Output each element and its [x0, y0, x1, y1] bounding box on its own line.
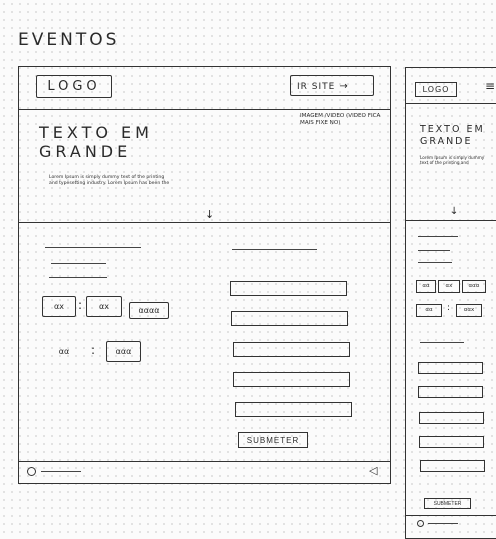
desktop-wireframe: LOGO IR SITE → TEXTO EM GRANDE Lorem Ipsu… [18, 66, 391, 484]
mobile-footer-text-line [428, 523, 458, 524]
filter-chip[interactable]: ααα [106, 341, 141, 362]
hero-divider [19, 222, 390, 223]
filter-chip[interactable]: αα [44, 342, 84, 361]
form-field[interactable] [233, 342, 350, 357]
mobile-submit-button[interactable]: SUBMETER [424, 498, 471, 509]
mobile-scroll-down-icon[interactable]: ↓ [450, 206, 458, 217]
form-field[interactable] [231, 311, 348, 326]
mobile-filter-chip[interactable]: αα [416, 280, 436, 293]
page-title: EVENTOS [18, 30, 120, 50]
mobile-hero-divider [406, 220, 496, 221]
header-divider [19, 109, 390, 110]
form-field[interactable] [235, 402, 352, 417]
form-field[interactable] [230, 281, 347, 296]
filter-chip[interactable]: αx [42, 296, 76, 317]
form-heading-line [232, 249, 317, 250]
mobile-form-heading-line [420, 342, 464, 343]
mobile-wireframe: LOGO ≡ TEXTO EM GRANDE Lorem Ipsum is si… [405, 67, 496, 539]
back-arrow-icon[interactable]: ◁ [369, 464, 377, 477]
ir-site-label: IR SITE [297, 82, 336, 92]
hero-text: Lorem Ipsum is simply dummy text of the … [49, 175, 170, 186]
footer-circle-icon [27, 467, 36, 476]
mobile-footer-circle-icon [417, 520, 424, 527]
filter-chip[interactable]: αx [86, 296, 122, 317]
media-note: IMAGEM /VIDEO (VIDEO FICA MAIS FIXE NO) [300, 113, 381, 126]
mobile-filter-chip[interactable]: αx [438, 280, 460, 293]
mobile-form-field[interactable] [419, 412, 484, 424]
mobile-hero-text: Lorem Ipsum is simply dummy text of the … [420, 155, 485, 166]
text-line [49, 277, 107, 278]
mobile-filter-chip[interactable]: ααx [456, 304, 482, 317]
mobile-logo[interactable]: LOGO [415, 82, 457, 97]
footer-divider [19, 461, 390, 462]
submit-button[interactable]: SUBMETER [238, 432, 308, 448]
filter-separator: : [91, 343, 96, 357]
mobile-text-line [418, 250, 450, 251]
ir-site-button[interactable]: IR SITE → [290, 75, 374, 96]
mobile-text-line [418, 262, 452, 263]
mobile-filter-chip[interactable]: αα [416, 304, 442, 317]
hero-title: TEXTO EM GRANDE [39, 123, 153, 161]
mobile-form-field[interactable] [420, 460, 485, 472]
mobile-form-field[interactable] [418, 386, 483, 398]
mobile-hero-title: TEXTO EM GRANDE [420, 124, 485, 147]
filter-chip[interactable]: αααα [129, 302, 169, 319]
logo[interactable]: LOGO [36, 75, 112, 98]
mobile-form-field[interactable] [419, 436, 484, 448]
arrow-right-icon: → [339, 81, 349, 92]
form-field[interactable] [233, 372, 350, 387]
mobile-footer-divider [406, 515, 496, 516]
mobile-filter-chip[interactable]: ααα [462, 280, 486, 293]
mobile-form-field[interactable] [418, 362, 483, 374]
menu-icon[interactable]: ≡ [485, 79, 495, 93]
filter-separator: : [78, 298, 83, 312]
text-line [45, 247, 141, 248]
mobile-header-divider [406, 103, 496, 104]
mobile-filter-separator: : [447, 303, 451, 313]
text-line [51, 263, 106, 264]
scroll-down-icon[interactable]: ↓ [205, 208, 214, 221]
mobile-text-line [418, 236, 458, 237]
footer-text-line [41, 471, 81, 472]
